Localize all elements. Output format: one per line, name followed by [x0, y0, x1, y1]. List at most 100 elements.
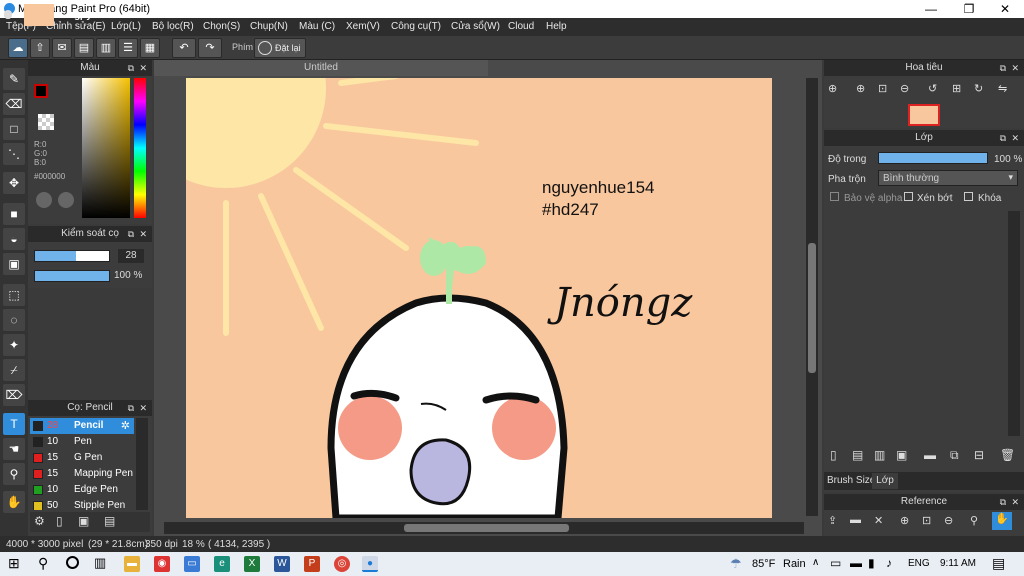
duplicate-layer-icon[interactable]: ⧉	[950, 448, 959, 463]
select-pen-tool-icon[interactable]: ⌿	[3, 359, 25, 381]
brush-list-scrollbar[interactable]	[136, 418, 148, 510]
chrome-icon[interactable]: ◎	[334, 556, 350, 572]
clipping-checkbox[interactable]	[904, 192, 913, 201]
volume-icon[interactable]: ♪	[886, 556, 892, 570]
page-icon[interactable]: ▥	[96, 38, 116, 58]
lock-checkbox[interactable]	[964, 192, 973, 201]
clock[interactable]: 9:11 AM	[940, 558, 976, 569]
gear-icon[interactable]: ✲	[121, 419, 130, 432]
close-icon[interactable]: ✕	[139, 400, 147, 416]
brush-tool-icon[interactable]: ✎	[3, 68, 25, 90]
app-red-icon[interactable]: ◉	[154, 556, 170, 572]
dot-tool-icon[interactable]: ⋱	[3, 143, 25, 165]
palette-settings-icon[interactable]	[58, 192, 74, 208]
brush-item[interactable]: 15 G Pen	[30, 450, 134, 466]
rotate-right-icon[interactable]: ↻	[974, 82, 983, 95]
excel-icon[interactable]: X	[244, 556, 260, 572]
list-icon[interactable]: ☰	[118, 38, 138, 58]
new-layer-icon[interactable]: ▯	[830, 448, 837, 462]
flip-icon[interactable]: ⇋	[998, 82, 1007, 95]
vertical-scrollbar[interactable]	[806, 78, 818, 516]
layer-scrollbar[interactable]	[1008, 211, 1020, 436]
horizontal-scroll-thumb[interactable]	[404, 524, 569, 532]
word-icon[interactable]: W	[274, 556, 290, 572]
menu-window[interactable]: Cửa sổ(W)	[451, 21, 500, 32]
move-tool-icon[interactable]: ✥	[3, 172, 25, 194]
palette-icon[interactable]	[36, 192, 52, 208]
close-icon[interactable]: ✕	[1011, 130, 1019, 146]
close-reference-icon[interactable]: ✕	[874, 514, 883, 527]
eraser-tool-icon[interactable]: ⌫	[3, 93, 25, 115]
hand-tool-icon[interactable]: ✋	[3, 491, 25, 513]
drawing-canvas[interactable]: nguyenhue154 #hd247 Jnóngz	[186, 78, 772, 518]
float-icon[interactable]: ⧉	[128, 400, 134, 416]
zoom-out-icon[interactable]: ⊖	[900, 82, 909, 95]
reset-button[interactable]: Đặt lại	[254, 38, 306, 58]
menu-view[interactable]: Xem(V)	[346, 21, 380, 32]
brush-menu-icon[interactable]: ▣	[78, 514, 89, 528]
brush-item[interactable]: 10 Edge Pen	[30, 482, 134, 498]
menu-capture[interactable]: Chụp(N)	[250, 21, 288, 32]
weather-temp[interactable]: 85°F	[752, 558, 775, 570]
minimize-button[interactable]: —	[912, 0, 950, 18]
fit-icon[interactable]: ⊡	[878, 82, 887, 95]
float-icon[interactable]: ⧉	[1000, 494, 1006, 510]
magic-wand-tool-icon[interactable]: ✦	[3, 334, 25, 356]
float-icon[interactable]: ⧉	[1000, 60, 1006, 76]
document-tab[interactable]: Untitled	[154, 60, 488, 76]
text-tool-icon[interactable]: T	[3, 413, 25, 435]
brush-item[interactable]: 28 Pencil ✲	[30, 418, 134, 434]
brush-list-icon[interactable]: ▤	[104, 514, 115, 528]
gear-icon[interactable]: ✲	[1009, 6, 1020, 22]
menu-help[interactable]: Help	[546, 21, 567, 32]
brush-item[interactable]: 50 Stipple Pen	[30, 498, 134, 510]
file-explorer-icon[interactable]: ▬	[124, 556, 140, 572]
windows-start-icon[interactable]: ⊞	[8, 555, 20, 572]
close-icon[interactable]: ✕	[1011, 60, 1019, 76]
notification-icon[interactable]: ▤	[992, 555, 1005, 572]
task-view-icon[interactable]: ▥	[94, 555, 106, 571]
brush-size-value[interactable]: 28	[118, 249, 144, 263]
menu-tools[interactable]: Công cụ(T)	[391, 21, 441, 32]
network-icon[interactable]: ▭	[830, 556, 841, 570]
fill-rect-tool-icon[interactable]: ■	[3, 203, 25, 225]
search-icon[interactable]: ⚲	[38, 555, 48, 572]
blend-mode-select[interactable]: Bình thường ▾	[878, 170, 1018, 186]
hand-icon[interactable]: ✋	[992, 512, 1012, 530]
menu-color[interactable]: Màu (C)	[299, 21, 335, 32]
folder-tray-icon[interactable]: ▬	[850, 556, 862, 570]
protect-alpha-checkbox[interactable]	[830, 192, 839, 201]
foreground-color-swatch[interactable]	[34, 84, 48, 98]
navigator-thumbnail[interactable]	[908, 104, 940, 126]
close-icon[interactable]: ✕	[139, 226, 147, 242]
fit-icon[interactable]: ⊡	[922, 514, 931, 527]
add-brush-icon[interactable]: ⚙	[34, 514, 45, 528]
eyedropper-icon[interactable]: ⚲	[970, 514, 978, 527]
rotate-left-icon[interactable]: ↺	[928, 82, 937, 95]
delete-layer-icon[interactable]: 🗑	[1000, 448, 1015, 462]
tab-layer[interactable]: Lớp	[872, 473, 898, 489]
menu-layer[interactable]: Lớp(L)	[111, 21, 141, 32]
zoom-in-icon[interactable]: ⊕	[900, 514, 909, 527]
operation-tool-icon[interactable]: ☚	[3, 438, 25, 460]
language-indicator[interactable]: ENG	[908, 558, 930, 569]
maximize-button[interactable]: ❐	[950, 0, 988, 18]
zoom-fit-icon[interactable]: ⊕	[828, 82, 837, 95]
zoom-in-icon[interactable]: ⊕	[856, 82, 865, 95]
float-icon[interactable]: ⧉	[128, 60, 134, 76]
chevron-up-icon[interactable]: ∧	[812, 557, 819, 568]
add-layer-menu-icon[interactable]: ▣	[896, 448, 907, 462]
horizontal-scrollbar[interactable]	[164, 522, 804, 534]
close-icon[interactable]: ✕	[139, 60, 147, 76]
transparent-color-swatch[interactable]	[38, 114, 54, 130]
cloud-upload-icon[interactable]: ⇪	[828, 514, 837, 527]
eyedropper-tool-icon[interactable]: ⚲	[3, 463, 25, 485]
lasso-tool-icon[interactable]: ◌	[3, 309, 25, 331]
cloud-icon[interactable]: ☁	[8, 38, 28, 58]
menu-select[interactable]: Chọn(S)	[203, 21, 240, 32]
eye-icon[interactable]	[4, 11, 12, 19]
actual-size-icon[interactable]: ⊞	[952, 82, 961, 95]
medibang-icon[interactable]: ●	[362, 556, 378, 572]
brush-item[interactable]: 10 Pen	[30, 434, 134, 450]
grid-icon[interactable]: ▦	[140, 38, 160, 58]
